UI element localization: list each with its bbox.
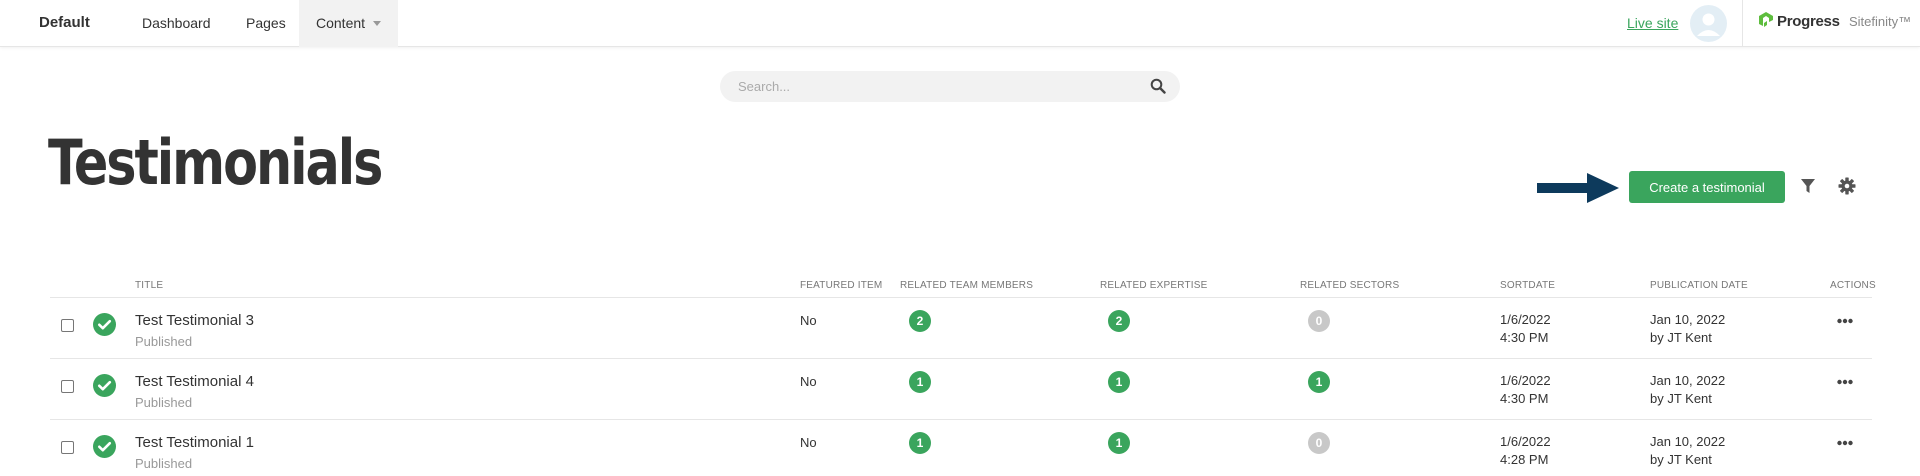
- item-status: Published: [135, 334, 193, 349]
- sectors-count-badge[interactable]: 0: [1308, 432, 1330, 454]
- avatar[interactable]: [1690, 5, 1727, 42]
- top-navigation: Default Dashboard Pages Content Live sit…: [0, 0, 1920, 47]
- pub-date: Jan 10, 2022: [1650, 312, 1726, 327]
- item-status: Published: [135, 456, 193, 471]
- create-testimonial-button[interactable]: Create a testimonial: [1629, 171, 1785, 203]
- pub-date: Jan 10, 2022: [1650, 434, 1726, 449]
- sortdate-cell: 1/6/2022 4:30 PM: [1500, 311, 1551, 347]
- team-members-count-badge[interactable]: 2: [909, 310, 931, 332]
- published-check-icon: [93, 435, 116, 458]
- sort-time: 4:28 PM: [1500, 452, 1549, 467]
- more-actions-icon[interactable]: [1837, 318, 1853, 324]
- search-input[interactable]: [738, 71, 1138, 102]
- testimonials-table: TITLE FEATURED ITEM RELATED TEAM MEMBERS…: [50, 276, 1876, 476]
- gear-icon[interactable]: [1838, 177, 1856, 195]
- row-checkbox[interactable]: [61, 380, 74, 393]
- expertise-count-badge[interactable]: 1: [1108, 371, 1130, 393]
- featured-value: No: [800, 435, 817, 450]
- publication-date-cell: Jan 10, 2022 by JT Kent: [1650, 311, 1725, 347]
- sectors-count-badge[interactable]: 0: [1308, 310, 1330, 332]
- item-title-link[interactable]: Test Testimonial 3: [135, 312, 254, 329]
- title-cell: Test Testimonial 4 Published: [135, 373, 254, 410]
- table-row: Test Testimonial 1 Published No 1 1 0 1/…: [50, 420, 1872, 476]
- sort-time: 4:30 PM: [1500, 391, 1549, 406]
- column-header-title[interactable]: TITLE: [135, 280, 163, 291]
- sort-date: 1/6/2022: [1500, 312, 1551, 327]
- user-icon: [1697, 13, 1720, 36]
- table-row: Test Testimonial 4 Published No 1 1 1 1/…: [50, 359, 1872, 420]
- row-checkbox[interactable]: [61, 319, 74, 332]
- sort-date: 1/6/2022: [1500, 434, 1551, 449]
- pub-author: by JT Kent: [1650, 330, 1712, 345]
- column-header-team-members[interactable]: RELATED TEAM MEMBERS: [900, 280, 1033, 291]
- column-header-expertise[interactable]: RELATED EXPERTISE: [1100, 280, 1208, 291]
- item-status: Published: [135, 395, 193, 410]
- chevron-down-icon: [373, 21, 381, 26]
- site-name[interactable]: Default: [39, 14, 90, 31]
- sort-date: 1/6/2022: [1500, 373, 1551, 388]
- live-site-link[interactable]: Live site: [1627, 15, 1678, 31]
- team-members-count-badge[interactable]: 1: [909, 432, 931, 454]
- pub-author: by JT Kent: [1650, 391, 1712, 406]
- publication-date-cell: Jan 10, 2022 by JT Kent: [1650, 372, 1725, 408]
- nav-pages[interactable]: Pages: [246, 15, 286, 31]
- publication-date-cell: Jan 10, 2022 by JT Kent: [1650, 433, 1725, 469]
- table-row: Test Testimonial 3 Published No 2 2 0 1/…: [50, 298, 1872, 359]
- logo-subtext: Sitefinity™: [1849, 14, 1912, 29]
- filter-icon[interactable]: [1800, 178, 1816, 194]
- column-header-sectors[interactable]: RELATED SECTORS: [1300, 280, 1399, 291]
- sortdate-cell: 1/6/2022 4:30 PM: [1500, 372, 1551, 408]
- featured-value: No: [800, 374, 817, 389]
- search-bar: [720, 71, 1180, 102]
- item-title-link[interactable]: Test Testimonial 1: [135, 434, 254, 451]
- pub-author: by JT Kent: [1650, 452, 1712, 467]
- more-actions-icon[interactable]: [1837, 440, 1853, 446]
- sortdate-cell: 1/6/2022 4:28 PM: [1500, 433, 1551, 469]
- column-header-publication-date[interactable]: PUBLICATION DATE: [1650, 280, 1748, 291]
- expertise-count-badge[interactable]: 2: [1108, 310, 1130, 332]
- arrow-right-icon: [1537, 173, 1619, 203]
- nav-content[interactable]: Content: [299, 0, 398, 47]
- published-check-icon: [93, 374, 116, 397]
- column-header-actions: ACTIONS: [1830, 280, 1876, 291]
- nav-dashboard[interactable]: Dashboard: [142, 15, 211, 31]
- title-cell: Test Testimonial 3 Published: [135, 312, 254, 349]
- column-header-sortdate[interactable]: SORTDATE: [1500, 280, 1555, 291]
- logo-text: Progress: [1777, 13, 1840, 30]
- nav-content-label: Content: [316, 15, 366, 31]
- sort-time: 4:30 PM: [1500, 330, 1549, 345]
- more-actions-icon[interactable]: [1837, 379, 1853, 385]
- item-title-link[interactable]: Test Testimonial 4: [135, 373, 254, 390]
- pub-date: Jan 10, 2022: [1650, 373, 1726, 388]
- expertise-count-badge[interactable]: 1: [1108, 432, 1130, 454]
- progress-logo-icon: [1759, 12, 1773, 27]
- table-header: TITLE FEATURED ITEM RELATED TEAM MEMBERS…: [50, 276, 1876, 298]
- sectors-count-badge[interactable]: 1: [1308, 371, 1330, 393]
- search-icon[interactable]: [1150, 78, 1166, 94]
- nav-divider: [1742, 0, 1743, 47]
- page-title: Testimonials: [48, 126, 383, 199]
- title-cell: Test Testimonial 1 Published: [135, 434, 254, 471]
- column-header-featured[interactable]: FEATURED ITEM: [800, 280, 882, 291]
- published-check-icon: [93, 313, 116, 336]
- featured-value: No: [800, 313, 817, 328]
- row-checkbox[interactable]: [61, 441, 74, 454]
- team-members-count-badge[interactable]: 1: [909, 371, 931, 393]
